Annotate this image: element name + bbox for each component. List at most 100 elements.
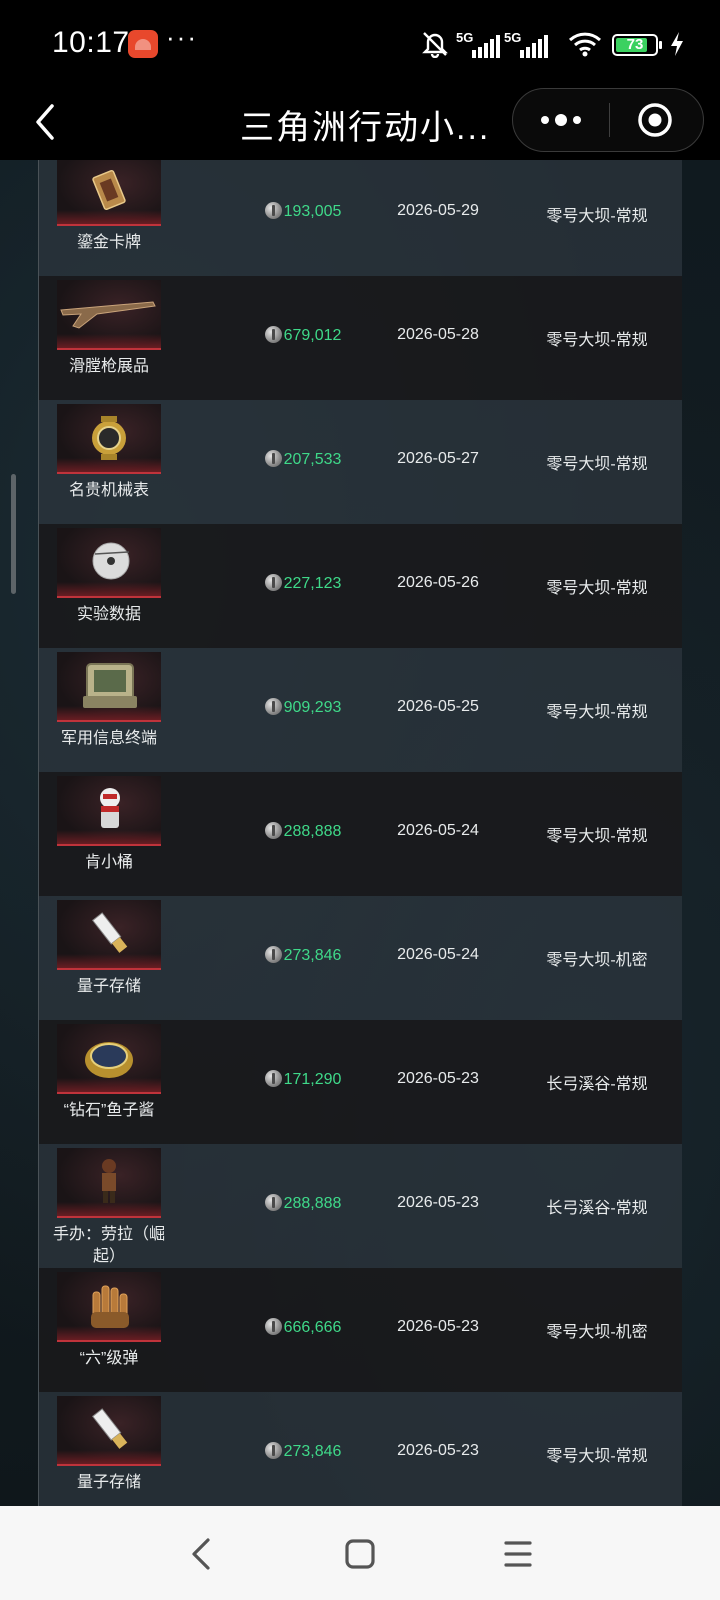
item-price: 273,846	[233, 1442, 373, 1461]
price-value: 193,005	[283, 203, 342, 220]
record-list-area[interactable]: 鎏金卡牌 193,005 2026-05-29 零号大坝-常规 滑膛枪展品 679,012…	[0, 160, 720, 1506]
record-row[interactable]: 量子存储 273,846 2026-05-23 零号大坝-常规	[38, 1392, 682, 1506]
record-row[interactable]: 实验数据 227,123 2026-05-26 零号大坝-常规	[38, 524, 682, 648]
record-row[interactable]: 肯小桶 288,888 2026-05-24 零号大坝-常规	[38, 772, 682, 896]
price-value: 171,290	[283, 1071, 342, 1088]
record-date: 2026-05-24	[397, 946, 479, 963]
item-name: 实验数据	[76, 606, 141, 623]
system-nav-bar	[0, 1506, 720, 1600]
battery-icon: 73	[612, 34, 662, 56]
status-bar: 10:17 ··· 5G 5G 73	[0, 0, 720, 88]
record-date: 2026-05-23	[397, 1194, 479, 1211]
nav-home-button[interactable]	[336, 1530, 384, 1578]
record-row[interactable]: 量子存储 273,846 2026-05-24 零号大坝-机密	[38, 896, 682, 1020]
musket-icon	[57, 280, 161, 350]
price-value: 207,533	[283, 451, 342, 468]
wifi-icon	[568, 32, 602, 57]
record-row[interactable]: 名贵机械表 207,533 2026-05-27 零号大坝-常规	[38, 400, 682, 524]
item-price: 193,005	[233, 202, 373, 221]
mini-program-header: 三角洲行动小...	[0, 88, 720, 160]
record-date: 2026-05-28	[397, 326, 479, 343]
coin-icon	[264, 326, 282, 343]
coin-icon	[264, 1442, 282, 1459]
item-name: 名贵机械表	[68, 482, 149, 499]
more-button[interactable]	[513, 89, 609, 151]
network-label: 5G	[456, 30, 474, 45]
coin-icon	[264, 698, 282, 715]
record-map: 零号大坝-常规	[546, 332, 648, 349]
record-row[interactable]: “钻石”鱼子酱 171,290 2026-05-23 长弓溪谷-常规	[38, 1020, 682, 1144]
signal-icon-2: 5G	[504, 30, 548, 58]
record-date: 2026-05-24	[397, 822, 479, 839]
item-price: 666,666	[233, 1318, 373, 1337]
network-label-2: 5G	[504, 30, 522, 45]
nav-menu-button[interactable]	[494, 1530, 542, 1578]
price-value: 273,846	[283, 947, 342, 964]
item-name: 鎏金卡牌	[76, 234, 141, 251]
item-name: “六”级弹	[79, 1350, 139, 1367]
record-date: 2026-05-23	[397, 1442, 479, 1459]
price-value: 666,666	[283, 1319, 342, 1336]
app-notification-icon	[128, 30, 158, 58]
item-price: 171,290	[233, 1070, 373, 1089]
usb-drive-icon	[57, 900, 161, 970]
item-price: 273,846	[233, 946, 373, 965]
coin-icon	[264, 1318, 282, 1335]
item-name: 量子存储	[76, 978, 141, 995]
record-row[interactable]: 滑膛枪展品 679,012 2026-05-28 零号大坝-常规	[38, 276, 682, 400]
item-name: 手办：劳拉（崛起）	[52, 1226, 165, 1265]
record-map: 零号大坝-常规	[546, 456, 648, 473]
item-price: 227,123	[233, 574, 373, 593]
home-nav-icon	[345, 1539, 375, 1569]
coin-icon	[264, 202, 282, 219]
coin-icon	[264, 450, 282, 467]
item-price: 679,012	[233, 326, 373, 345]
disc-icon	[57, 528, 161, 598]
record-row[interactable]: 军用信息终端 909,293 2026-05-25 零号大坝-常规	[38, 648, 682, 772]
price-value: 679,012	[283, 327, 342, 344]
price-value: 288,888	[283, 823, 342, 840]
nav-back-button[interactable]	[178, 1530, 226, 1578]
charging-icon	[671, 32, 683, 56]
record-map: 零号大坝-常规	[546, 580, 648, 597]
record-map: 零号大坝-机密	[546, 1324, 648, 1341]
status-time: 10:17	[52, 26, 130, 59]
target-close-icon	[638, 103, 672, 137]
figurine-icon	[57, 1148, 161, 1218]
price-value: 273,846	[283, 1443, 342, 1460]
record-map: 零号大坝-机密	[546, 952, 648, 969]
record-map: 长弓溪谷-常规	[546, 1200, 648, 1217]
bullets-icon	[57, 1272, 161, 1342]
menu-nav-icon	[504, 1541, 532, 1567]
battery-level: 73	[626, 36, 644, 53]
record-row[interactable]: “六”级弹 666,666 2026-05-23 零号大坝-机密	[38, 1268, 682, 1392]
price-value: 909,293	[283, 699, 342, 716]
item-name: 军用信息终端	[60, 730, 157, 747]
terminal-icon	[57, 652, 161, 722]
item-price: 909,293	[233, 698, 373, 717]
watch-icon	[57, 404, 161, 474]
record-map: 零号大坝-常规	[546, 1448, 648, 1465]
gold-card-icon	[57, 160, 161, 226]
record-row[interactable]: 手办：劳拉（崛起） 288,888 2026-05-23 长弓溪谷-常规	[38, 1144, 682, 1268]
record-date: 2026-05-27	[397, 450, 479, 467]
record-date: 2026-05-26	[397, 574, 479, 591]
record-map: 零号大坝-常规	[546, 208, 648, 225]
item-price: 288,888	[233, 1194, 373, 1213]
price-value: 227,123	[283, 575, 342, 592]
scrollbar[interactable]	[11, 474, 16, 594]
record-date: 2026-05-23	[397, 1070, 479, 1087]
item-name: 滑膛枪展品	[68, 358, 149, 375]
status-dots: ···	[166, 22, 198, 52]
close-button[interactable]	[610, 89, 704, 151]
item-name: “钻石”鱼子酱	[63, 1102, 155, 1119]
coin-icon	[264, 574, 282, 591]
back-button[interactable]	[24, 94, 80, 150]
record-row[interactable]: 鎏金卡牌 193,005 2026-05-29 零号大坝-常规	[38, 160, 682, 276]
usb-drive-icon	[57, 1396, 161, 1466]
coin-icon	[264, 1194, 282, 1211]
mute-icon	[422, 32, 448, 58]
record-map: 零号大坝-常规	[546, 704, 648, 721]
more-dots-icon	[541, 114, 581, 126]
item-name: 肯小桶	[84, 854, 133, 871]
